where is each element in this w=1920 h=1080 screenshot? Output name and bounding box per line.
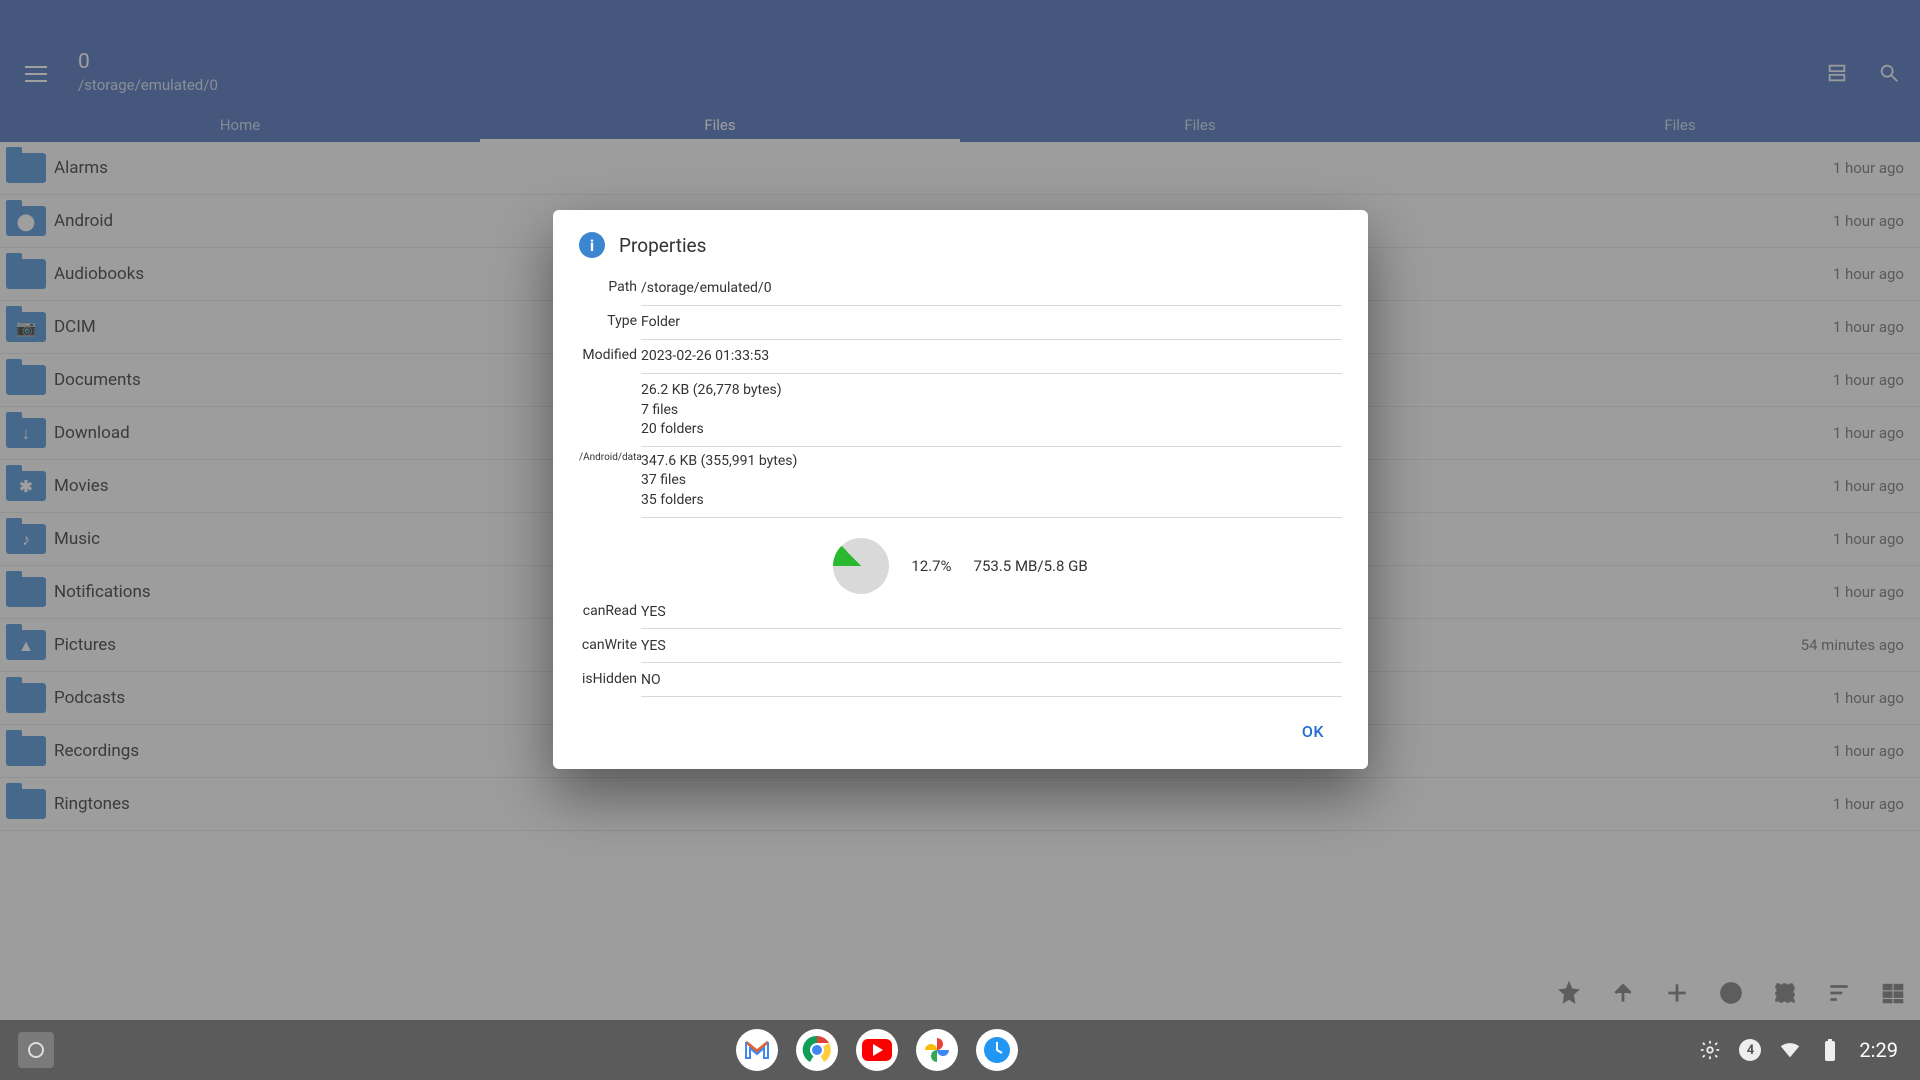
prop-label: /Android/data bbox=[579, 447, 641, 463]
gmail-app-icon[interactable] bbox=[736, 1029, 778, 1071]
prop-value: /storage/emulated/0 bbox=[641, 279, 1342, 299]
taskbar-apps bbox=[54, 1029, 1699, 1071]
ad-folders: 35 folders bbox=[641, 491, 1342, 511]
prop-label: Path bbox=[579, 274, 641, 295]
settings-icon[interactable] bbox=[1699, 1039, 1721, 1061]
os-taskbar: 4 2:29 bbox=[0, 1020, 1920, 1080]
size-folders: 20 folders bbox=[641, 420, 1342, 440]
chrome-app-icon[interactable] bbox=[796, 1029, 838, 1071]
prop-value: Folder bbox=[641, 313, 1342, 333]
prop-row-path: Path /storage/emulated/0 bbox=[579, 274, 1342, 308]
prop-value: NO bbox=[641, 671, 1342, 691]
prop-row-canwrite: canWrite YES bbox=[579, 632, 1342, 666]
usage-percent: 12.7% bbox=[911, 557, 951, 575]
prop-row-modified: Modified 2023-02-26 01:33:53 bbox=[579, 342, 1342, 376]
usage-fraction: 753.5 MB/5.8 GB bbox=[974, 557, 1088, 575]
os-status-area[interactable]: 4 2:29 bbox=[1699, 1038, 1920, 1062]
wifi-icon bbox=[1779, 1039, 1801, 1061]
prop-value: YES bbox=[641, 637, 1342, 657]
prop-label bbox=[579, 376, 641, 381]
screen-record-button[interactable] bbox=[18, 1032, 54, 1068]
prop-label: canRead bbox=[579, 598, 641, 619]
record-icon bbox=[28, 1042, 44, 1058]
prop-label: Modified bbox=[579, 342, 641, 363]
prop-row-canread: canRead YES bbox=[579, 598, 1342, 632]
prop-row-ishidden: isHidden NO bbox=[579, 666, 1342, 700]
prop-row-size: 26.2 KB (26,778 bytes) 7 files 20 folder… bbox=[579, 376, 1342, 447]
photos-app-icon[interactable] bbox=[916, 1029, 958, 1071]
info-icon: i bbox=[579, 232, 605, 258]
file-manager-app-icon[interactable] bbox=[976, 1029, 1018, 1071]
ad-bytes: 347.6 KB (355,991 bytes) bbox=[641, 452, 1342, 472]
dialog-actions: OK bbox=[579, 700, 1342, 755]
prop-label: isHidden bbox=[579, 666, 641, 687]
dialog-title: Properties bbox=[619, 234, 706, 257]
size-files: 7 files bbox=[641, 401, 1342, 421]
prop-row-android-data: /Android/data 347.6 KB (355,991 bytes) 3… bbox=[579, 447, 1342, 518]
clock: 2:29 bbox=[1859, 1038, 1898, 1062]
prop-label: canWrite bbox=[579, 632, 641, 653]
dialog-header: i Properties bbox=[579, 232, 1342, 258]
prop-row-type: Type Folder bbox=[579, 308, 1342, 342]
usage-row: 12.7% 753.5 MB/5.8 GB bbox=[579, 518, 1342, 598]
youtube-app-icon[interactable] bbox=[856, 1029, 898, 1071]
usage-pie-icon bbox=[833, 538, 889, 594]
battery-icon bbox=[1819, 1039, 1841, 1061]
prop-value: YES bbox=[641, 603, 1342, 623]
properties-dialog: i Properties Path /storage/emulated/0 Ty… bbox=[553, 210, 1368, 769]
prop-value: 2023-02-26 01:33:53 bbox=[641, 347, 1342, 367]
size-bytes: 26.2 KB (26,778 bytes) bbox=[641, 381, 1342, 401]
prop-label: Type bbox=[579, 308, 641, 329]
ok-button[interactable]: OK bbox=[1290, 714, 1336, 749]
ad-files: 37 files bbox=[641, 471, 1342, 491]
notification-count-badge[interactable]: 4 bbox=[1739, 1039, 1761, 1061]
